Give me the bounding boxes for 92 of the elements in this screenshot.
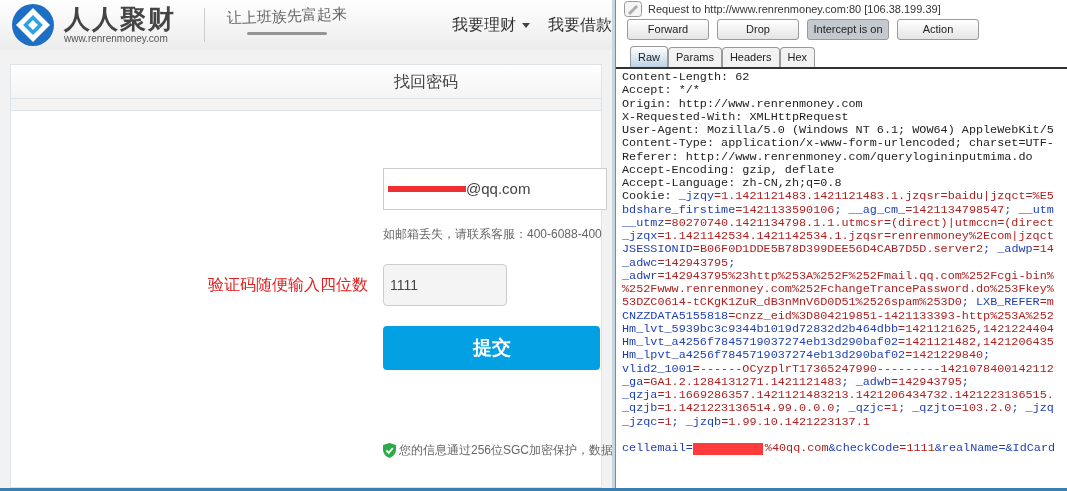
toolbar-button[interactable]: Action xyxy=(897,19,979,40)
cookie-name-text: ; _adwp xyxy=(983,243,1033,257)
cookie-value-text: =14 xyxy=(1032,243,1054,257)
email-field[interactable]: @qq.com xyxy=(383,168,607,210)
cookie-name-text: &realName=&IdCard xyxy=(934,442,1056,456)
cookie-name-text: ; _qzjc xyxy=(834,402,884,416)
cookie-value-text: =1.1669286357.1421121483213.1421206434732.1421223136515. xyxy=(657,389,1054,403)
cookie-name-text: _qzjb xyxy=(622,402,658,416)
cookie-name-text: _jzqc xyxy=(622,415,658,429)
cookie-value-text: %40qq.com xyxy=(764,442,829,456)
cookie-name-text: _jzqx xyxy=(622,230,658,244)
cookie-name-text: ; __utm xyxy=(1004,203,1054,217)
cookie-name-text: ; LXB_REFER xyxy=(961,296,1040,310)
cookie-name-text: CNZZDATA5155818 xyxy=(622,309,729,323)
cookie-name-text: _qzja xyxy=(622,389,658,403)
cookie-value-text: =1421229840 xyxy=(905,349,984,363)
logo-name: 人人聚财 xyxy=(64,6,176,32)
tab[interactable]: Headers xyxy=(721,47,780,67)
cookie-value-text: =1421133590106 xyxy=(735,203,835,217)
cookie-value-text: =142943795 xyxy=(891,375,962,389)
header-text: Content-Type: application/x-www-form-urlencoded; charset=UTF- xyxy=(622,137,1054,151)
cookie-name-text: Hm_lvt_a4256f7845719037274eb13d290baf02 xyxy=(622,336,899,350)
tab[interactable]: Params xyxy=(668,47,722,67)
cookie-name-text: ; _adwb xyxy=(841,375,892,389)
cookie-value-text: =1421121482,1421206435 xyxy=(898,336,1054,350)
cookie-name-text: ; _jzqb xyxy=(671,415,722,429)
cookie-name-text: = xyxy=(685,442,693,456)
code-field[interactable]: 1111 xyxy=(383,264,507,306)
cookie-name-text: ; _qzjto xyxy=(898,402,955,416)
cookie-name-text: JSESSIONID xyxy=(622,243,693,257)
cookie-value-text: =GA1.2.1284131271.1421121483 xyxy=(643,375,842,389)
cookie-value-text: =B06F0D1DDE5B78D399DEE56D4CAB7D5D.server2 xyxy=(692,243,984,257)
cookie-value-text: =1.99.10.1421223137.1 xyxy=(721,415,870,429)
header-text: Accept-Language: zh-CN,zh;q=0.8 xyxy=(622,177,842,191)
cookie-name-text: _jzqy xyxy=(678,190,715,204)
cookie-name-text: ; _jzq xyxy=(1011,402,1054,416)
cookie-value-text: =cnzz_eid%3D804219851-1421133393-http%253A%252 xyxy=(728,309,1054,323)
cookie-name-text: _adwc xyxy=(622,256,658,270)
cookie-value-text: =142943795 xyxy=(657,256,729,270)
toolbar-button[interactable]: Intercept is on xyxy=(807,19,889,40)
cookie-name-text: _adwr xyxy=(622,269,658,283)
cookie-value-text: =80270740.1421134798.1.1.utmcsr=(direct)|utmccn=(direct xyxy=(664,216,1054,230)
nav-link[interactable]: 我要借款 xyxy=(548,13,612,37)
hint-text: 如邮箱丢失，请联系客服：400-6088-400 xyxy=(383,226,603,243)
cookie-name-text: ; xyxy=(961,375,969,389)
cookie-name-text: ; xyxy=(983,349,991,363)
toolbar-button[interactable]: Drop xyxy=(717,19,799,40)
security-note: 您的信息通过256位SGC加密保护，数据 xyxy=(399,442,612,459)
toolbar-button[interactable]: Forward xyxy=(627,19,709,40)
cookie-value-text: %252Fwww.renrenmoney.com%252FchangeTrancePassword.do%253Fkey% xyxy=(622,283,1054,297)
cookie-value-text: =142943795%23http%253A%252F%252Fmail.qq.com%252Fcgi-bin% xyxy=(657,269,1054,283)
form-title: 找回密码 xyxy=(394,71,458,92)
cookie-value-text: =m xyxy=(1039,296,1054,310)
header-text: Content-Length: 62 xyxy=(622,71,750,85)
annotation-text: 验证码随便输入四位数 xyxy=(208,275,368,295)
tab[interactable]: Raw xyxy=(630,46,668,67)
shield-check-icon xyxy=(383,442,396,458)
logo-url: www.renrenmoney.com xyxy=(64,34,169,44)
cookie-value-text: =------OCyzplrT17365247990---------1421078400142112 xyxy=(692,362,1054,376)
header-text: Origin: http://www.renrenmoney.com xyxy=(622,97,863,111)
cookie-name-text: _ga xyxy=(622,375,644,389)
header-text: Accept: */* xyxy=(622,84,700,98)
pencil-icon[interactable] xyxy=(624,1,642,17)
cookie-value-text: =1.1421142534.1421142534.1.jzqsr=renrenmoney%2Ecom|jzqct xyxy=(657,230,1054,244)
tab[interactable]: Hex xyxy=(779,47,816,67)
cookie-name-text: Hm_lpvt_a4256f7845719037274eb13d290baf02 xyxy=(622,349,906,363)
cookie-name-text: vlid2_1001 xyxy=(622,362,693,376)
cookie-name-text: Hm_lvt_5939bc3c9344b1019d72832d2b464dbb xyxy=(622,322,899,336)
header-text: Cookie: xyxy=(622,190,673,204)
cookie-value-text: =103.2.0 xyxy=(954,402,1012,416)
nav-link[interactable]: 我要理财 xyxy=(452,13,530,37)
header-text: Accept-Encoding: gzip, deflate xyxy=(622,163,835,177)
cookie-name-text: cellemail xyxy=(622,442,686,456)
cookie-value-text: 53DZC0614-tCKgK1ZuR_dB3nMnV6D0D51%2526spam%253D0 xyxy=(622,296,962,310)
redaction-bar xyxy=(692,443,763,455)
cookie-value-text: =1 xyxy=(883,402,899,416)
cookie-value-text: =1421121625,1421224404 xyxy=(898,322,1054,336)
header-text: User-Agent: Mozilla/5.0 (Windows NT 6.1; WOW64) AppleWebKit/5 xyxy=(622,124,1054,138)
cookie-value-text: =1.1421223136514.99.0.0.0 xyxy=(657,402,835,416)
cookie-name-text: ; xyxy=(728,256,736,270)
cookie-value-text: =1421134798547 xyxy=(905,203,1005,217)
cookie-name-text: &checkCode xyxy=(828,442,900,456)
cookie-name-text: ; __ag_cm_ xyxy=(834,203,906,217)
slogan: 让上班族先富起来 xyxy=(226,4,348,30)
cookie-value-text: =1 xyxy=(657,415,672,429)
cookie-name-text: __utmz xyxy=(622,216,665,230)
cookie-value-text: =1111 xyxy=(899,442,935,456)
cookie-name-text: bdshare_firstime xyxy=(622,203,736,217)
request-line: Request to http://www.renrenmoney.com:80 [106.38.199.39] xyxy=(648,1,941,17)
header-text: X-Requested-With: XMLHttpRequest xyxy=(622,110,849,124)
cookie-value-text: =1.1421121483.1421121483.1.jzqsr=baidu|jzqct=%E5 xyxy=(714,190,1054,204)
header-text: Referer: http://www.renrenmoney.com/querylogininputmima.do xyxy=(622,150,1033,164)
